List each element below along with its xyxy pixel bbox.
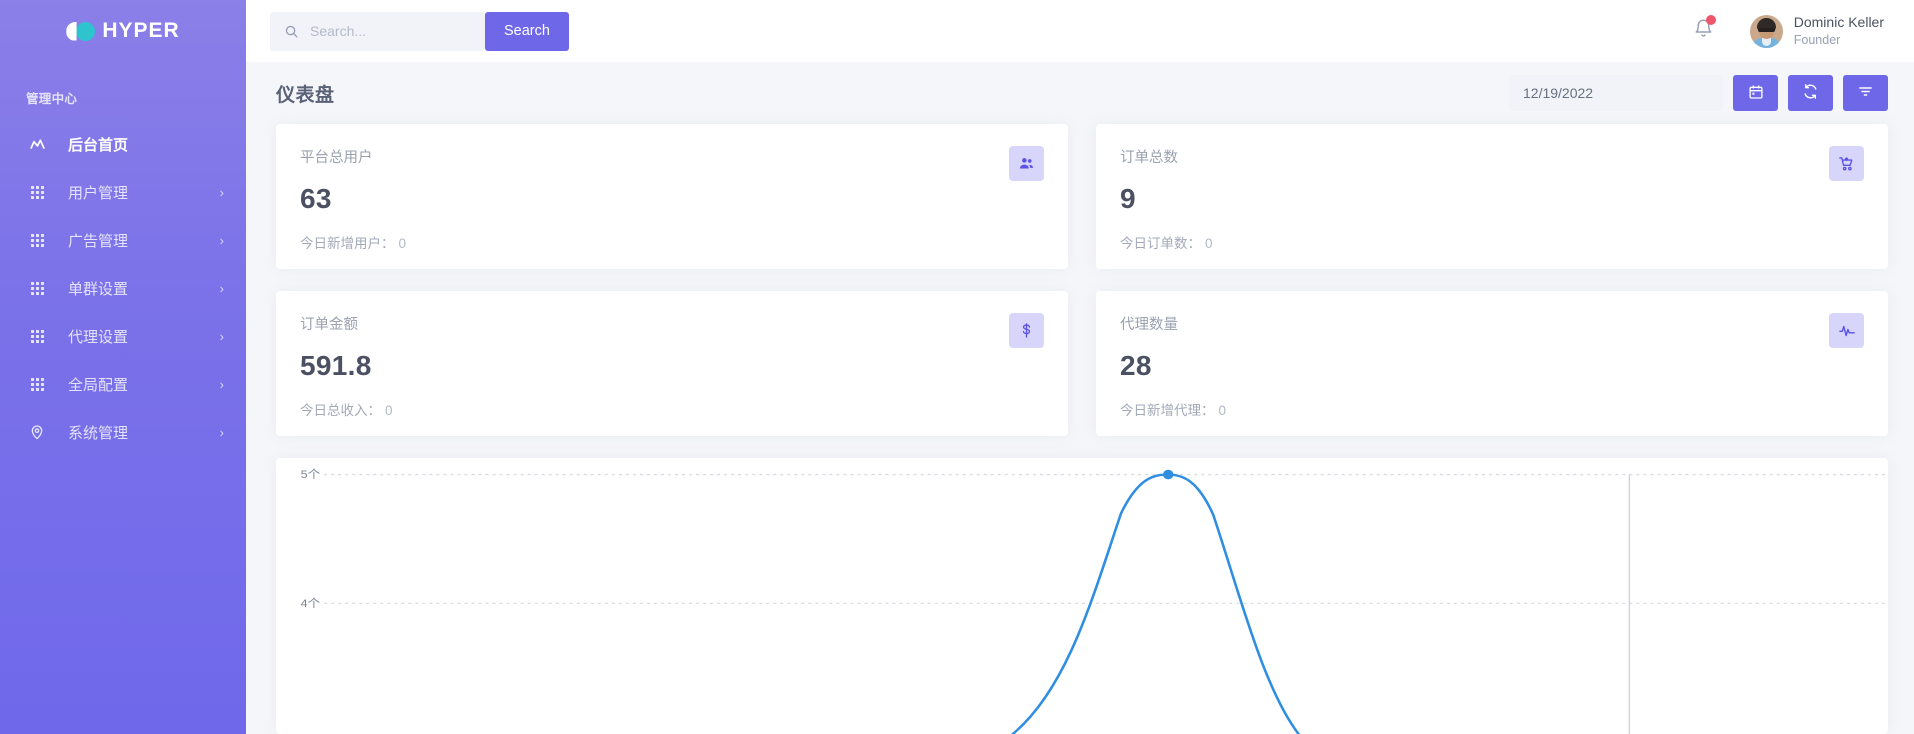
card-sub-label: 今日新增代理： [1120,403,1215,418]
profile-role: Founder [1794,32,1884,48]
card-subtext: 今日新增用户： 0 [300,232,1042,252]
search-input[interactable] [310,23,460,39]
page-title: 仪表盘 [276,80,335,107]
sidebar-item-label: 全局配置 [68,374,128,395]
sidebar-nav: 后台首页 用户管理 › 广告管理 › [0,120,246,456]
grid-dots-icon [26,378,48,391]
avatar [1750,15,1783,48]
y-axis-tick-4: 4个 [301,597,320,610]
stats-grid: 平台总用户 63 今日新增用户： 0 订单总数 9 今日订单数： 0 [246,124,1914,436]
filter-icon [1857,83,1874,103]
app-root: HYPER 管理中心 后台首页 用户管理 › [0,0,1914,734]
trend-chart[interactable]: 5个 4个 [276,458,1888,734]
sidebar-item-agent-settings[interactable]: 代理设置 › [0,312,246,360]
stat-card-total-users: 平台总用户 63 今日新增用户： 0 [276,124,1068,269]
notification-badge [1706,15,1716,25]
refresh-icon [1802,83,1819,103]
calendar-icon [1748,84,1764,103]
chart-series-line [1013,475,1299,734]
sidebar-item-system-management[interactable]: 系统管理 › [0,408,246,456]
brand-logo[interactable]: HYPER [0,0,246,62]
card-sub-value: 0 [385,403,393,418]
card-subtext: 今日订单数： 0 [1120,232,1862,252]
sidebar-item-label: 用户管理 [68,182,128,203]
sidebar-item-user-management[interactable]: 用户管理 › [0,168,246,216]
sidebar-item-label: 系统管理 [68,422,128,443]
chevron-right-icon: › [220,186,224,199]
trend-chart-panel: 5个 4个 [276,458,1888,734]
search-group: Search [270,12,569,51]
date-input[interactable] [1509,75,1723,111]
pulse-icon [1829,313,1864,348]
sidebar-item-ad-management[interactable]: 广告管理 › [0,216,246,264]
y-axis-tick-5: 5个 [301,468,320,481]
card-value: 63 [300,183,1042,215]
refresh-button[interactable] [1788,75,1833,111]
sidebar-item-label: 广告管理 [68,230,128,251]
profile-text: Dominic Keller Founder [1794,14,1884,48]
card-sub-label: 今日新增用户： [300,236,395,251]
filter-button[interactable] [1843,75,1888,111]
sidebar-section-label: 管理中心 [0,62,246,107]
card-subtext: 今日总收入： 0 [300,399,1042,419]
card-value: 28 [1120,350,1862,382]
cart-icon [1829,146,1864,181]
grid-dots-icon [26,234,48,247]
brand-name: HYPER [102,19,179,43]
chevron-right-icon: › [220,426,224,439]
card-title: 平台总用户 [300,146,1042,167]
grid-dots-icon [26,282,48,295]
chart-peak-marker [1163,470,1173,480]
card-title: 订单总数 [1120,146,1862,167]
card-title: 订单金额 [300,313,1042,334]
search-button[interactable]: Search [485,12,569,51]
sidebar-item-label: 代理设置 [68,326,128,347]
sidebar-item-label: 单群设置 [68,278,128,299]
grid-dots-icon [26,186,48,199]
stat-card-agent-count: 代理数量 28 今日新增代理： 0 [1096,291,1888,436]
topbar-right: Dominic Keller Founder [1680,0,1892,62]
card-sub-label: 今日订单数： [1120,236,1201,251]
notification-button[interactable] [1680,0,1728,62]
card-value: 591.8 [300,350,1042,382]
map-pin-icon [26,424,48,440]
card-title: 代理数量 [1120,313,1862,334]
calendar-button[interactable] [1733,75,1778,111]
card-subtext: 今日新增代理： 0 [1120,399,1862,419]
stat-card-total-orders: 订单总数 9 今日订单数： 0 [1096,124,1888,269]
page-header: 仪表盘 [246,62,1914,124]
sidebar-item-group-settings[interactable]: 单群设置 › [0,264,246,312]
users-icon [1009,146,1044,181]
profile-name: Dominic Keller [1794,14,1884,32]
sidebar-item-label: 后台首页 [68,134,128,155]
search-box[interactable] [270,12,485,51]
chevron-right-icon: › [220,234,224,247]
chevron-right-icon: › [220,282,224,295]
card-value: 9 [1120,183,1862,215]
card-sub-value: 0 [1219,403,1227,418]
search-icon [284,24,299,39]
chevron-right-icon: › [220,330,224,343]
page-toolbar [1509,75,1888,111]
sidebar-item-global-config[interactable]: 全局配置 › [0,360,246,408]
card-sub-value: 0 [399,236,407,251]
activity-icon [26,136,48,153]
sidebar-item-dashboard[interactable]: 后台首页 [0,120,246,168]
card-sub-value: 0 [1205,236,1213,251]
chevron-right-icon: › [220,378,224,391]
hyper-logo-icon [66,21,93,42]
dollar-icon [1009,313,1044,348]
topbar: Search [246,0,1914,62]
grid-dots-icon [26,330,48,343]
stat-card-order-amount: 订单金额 591.8 今日总收入： 0 [276,291,1068,436]
main-area: Search [246,0,1914,734]
profile-menu[interactable]: Dominic Keller Founder [1728,0,1892,62]
sidebar: HYPER 管理中心 后台首页 用户管理 › [0,0,246,734]
card-sub-label: 今日总收入： [300,403,381,418]
